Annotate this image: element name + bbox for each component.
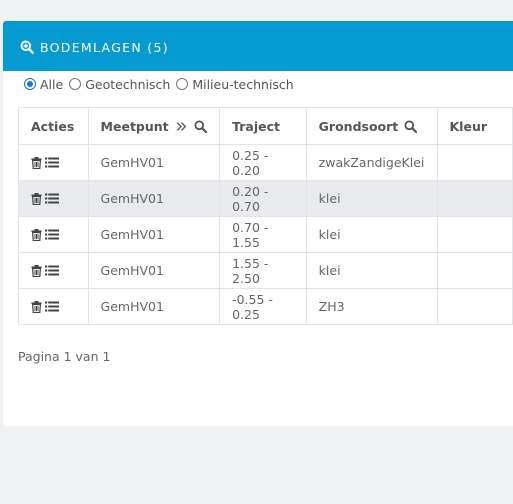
column-header-kleur: Kleur xyxy=(436,107,513,145)
cell-meetpunt: GemHV01 xyxy=(87,180,221,217)
cell-kleur xyxy=(436,252,513,289)
radio-milieu-technisch[interactable] xyxy=(176,78,189,90)
column-header-grondsoort[interactable]: Grondsoort xyxy=(305,107,438,145)
cell-actions xyxy=(18,216,89,253)
column-header-label: Grondsoort xyxy=(318,118,399,134)
cell-kleur xyxy=(436,288,513,325)
cell-traject: 0.70 - 1.55 xyxy=(219,216,307,253)
panel-title: BODEMLAGEN (5) xyxy=(40,39,169,55)
trash-icon[interactable] xyxy=(31,156,42,169)
list-icon[interactable] xyxy=(45,229,59,240)
cell-actions xyxy=(18,144,89,181)
cell-meetpunt: GemHV01 xyxy=(87,252,221,289)
radio-option-alle[interactable]: Alle xyxy=(24,77,63,92)
table-row[interactable]: GemHV01 0.25 - 0.20 zwakZandigeKlei xyxy=(18,144,513,181)
radio-option-milieu-technisch[interactable]: Milieu-technisch xyxy=(176,76,294,92)
panel-header: BODEMLAGEN (5) xyxy=(3,21,513,71)
cell-grondsoort: klei xyxy=(305,252,438,289)
table-row[interactable]: GemHV01 -0.55 - 0.25 ZH3 xyxy=(18,288,513,325)
cell-meetpunt: GemHV01 xyxy=(87,288,221,325)
cell-traject: 1.55 - 2.50 xyxy=(219,252,307,289)
layer-type-filter: Alle Geotechnisch Milieu-technisch xyxy=(24,75,300,93)
trash-icon[interactable] xyxy=(31,228,42,241)
trash-icon[interactable] xyxy=(31,300,42,313)
radio-label: Milieu-technisch xyxy=(192,76,294,92)
list-icon[interactable] xyxy=(45,193,59,204)
column-header-meetpunt[interactable]: Meetpunt xyxy=(87,107,221,145)
list-icon[interactable] xyxy=(45,157,59,168)
list-icon[interactable] xyxy=(45,265,59,276)
cell-grondsoort: klei xyxy=(305,180,438,217)
column-header-label: Meetpunt xyxy=(100,118,169,134)
table-row[interactable]: GemHV01 0.20 - 0.70 klei xyxy=(18,180,513,217)
cell-actions xyxy=(18,252,89,289)
radio-label: Geotechnisch xyxy=(85,76,171,92)
pagination-info: Pagina 1 van 1 xyxy=(18,349,111,364)
cell-meetpunt: GemHV01 xyxy=(87,216,221,253)
cell-kleur xyxy=(436,216,513,253)
radio-label: Alle xyxy=(40,76,64,92)
bodemlagen-table: Acties Meetpunt Traject Grondsoort Kleur… xyxy=(18,107,513,325)
search-icon[interactable] xyxy=(194,120,207,133)
table-row[interactable]: GemHV01 0.70 - 1.55 klei xyxy=(18,216,513,253)
zoom-in-icon xyxy=(20,40,34,54)
column-header-traject: Traject xyxy=(219,107,307,145)
cell-traject: 0.25 - 0.20 xyxy=(219,144,307,181)
cell-meetpunt: GemHV01 xyxy=(87,144,221,181)
column-header-acties: Acties xyxy=(18,107,89,145)
list-icon[interactable] xyxy=(45,301,59,312)
radio-alle[interactable] xyxy=(24,78,36,90)
cell-kleur xyxy=(436,144,513,181)
table-header-row: Acties Meetpunt Traject Grondsoort Kleur xyxy=(18,107,513,145)
search-icon[interactable] xyxy=(404,120,418,133)
trash-icon[interactable] xyxy=(31,192,42,205)
table-row[interactable]: GemHV01 1.55 - 2.50 klei xyxy=(18,252,513,289)
cell-grondsoort: zwakZandigeKlei xyxy=(305,144,438,181)
cell-grondsoort: ZH3 xyxy=(305,288,438,325)
radio-geotechnisch[interactable] xyxy=(69,78,82,90)
cell-actions xyxy=(18,180,89,217)
cell-traject: -0.55 - 0.25 xyxy=(219,288,307,325)
radio-option-geotechnisch[interactable]: Geotechnisch xyxy=(69,77,170,92)
cell-grondsoort: klei xyxy=(305,216,438,253)
cell-actions xyxy=(18,288,89,325)
cell-traject: 0.20 - 0.70 xyxy=(219,180,307,217)
trash-icon[interactable] xyxy=(31,264,42,277)
chevron-double-right-icon[interactable] xyxy=(175,120,188,133)
cell-kleur xyxy=(436,180,513,217)
panel-title-group: BODEMLAGEN (5) xyxy=(20,38,169,56)
